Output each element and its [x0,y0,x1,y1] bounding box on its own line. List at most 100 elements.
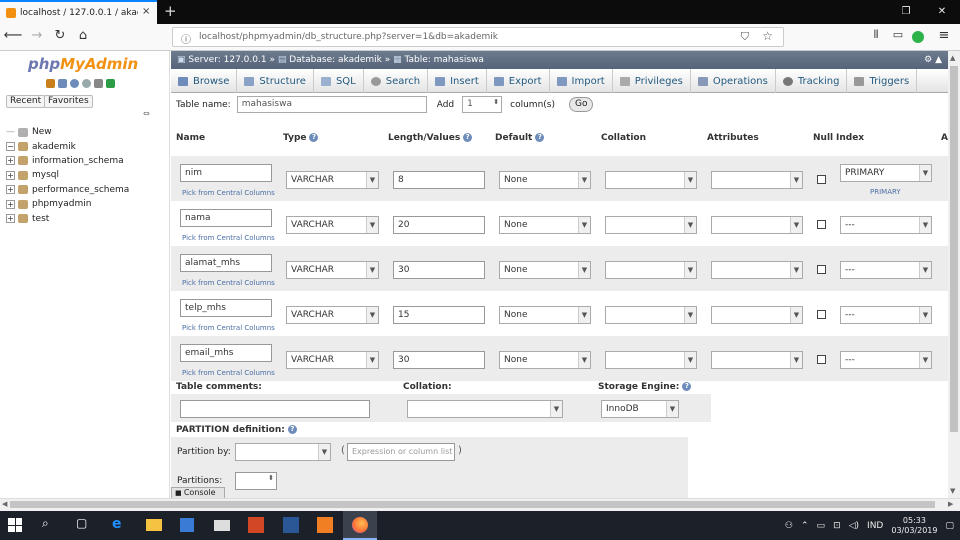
collapse-link-icon[interactable]: ⇔ [143,109,150,118]
column-length-input[interactable]: 30 [393,261,485,279]
stepper-arrows-icon[interactable]: ⬍ [493,98,499,106]
column-attributes-select[interactable]: ▼ [711,171,803,189]
column-default-select[interactable]: None ▼ [499,261,591,279]
tab-triggers[interactable]: Triggers [847,69,918,93]
expand-icon[interactable]: + [6,185,15,195]
column-collation-select[interactable]: ▼ [605,306,697,324]
column-length-input[interactable]: 8 [393,171,485,189]
pick-central-columns-link[interactable]: Pick from Central Columns [182,279,275,287]
tree-item-performance-schema[interactable]: + performance_schema [6,183,129,197]
column-type-select[interactable]: VARCHAR ▼ [286,171,379,189]
tab-close-icon[interactable]: × [142,6,150,17]
store-icon[interactable] [180,518,194,532]
column-type-select[interactable]: VARCHAR ▼ [286,306,379,324]
scroll-right-icon[interactable]: ▶ [948,500,953,508]
edge-icon[interactable]: e [112,516,130,534]
notifications-icon[interactable]: ▢ [945,521,954,531]
vertical-scroll-thumb[interactable] [950,66,958,432]
sql-query-icon[interactable] [58,79,67,88]
tree-item-akademik[interactable]: − akademik [6,139,129,153]
battery-icon[interactable]: ▭ [817,521,826,531]
settings-icon[interactable] [94,79,103,88]
search-icon[interactable]: ⌕ [42,516,60,534]
info-icon[interactable]: ⓘ [181,31,191,46]
address-bar[interactable]: ⓘ localhost/phpmyadmin/db_structure.php?… [172,27,784,47]
column-default-select[interactable]: None ▼ [499,171,591,189]
column-length-input[interactable]: 30 [393,351,485,369]
tab-sql[interactable]: SQL [314,69,364,93]
partition-expression-input[interactable]: Expression or column list [347,443,455,461]
column-default-select[interactable]: None ▼ [499,216,591,234]
column-index-select[interactable]: --- ▼ [840,306,932,324]
breadcrumb-database[interactable]: Database: akademik [289,55,382,65]
tree-item-new[interactable]: — New [6,125,129,139]
help-icon[interactable]: ? [309,133,319,142]
tree-item-phpmyadmin[interactable]: + phpmyadmin [6,197,129,211]
close-window-icon[interactable]: ✕ [924,0,960,24]
home-icon[interactable] [46,79,55,88]
partition-by-select[interactable]: ▼ [235,443,331,461]
xampp-icon[interactable] [317,517,333,533]
expand-icon[interactable]: + [6,199,15,209]
reload-icon[interactable]: ↻ [50,28,70,43]
info-icon[interactable] [82,79,91,88]
column-attributes-select[interactable]: ▼ [711,261,803,279]
scroll-up-icon[interactable]: ▲ [950,54,955,62]
pick-central-columns-link[interactable]: Pick from Central Columns [182,234,275,242]
horizontal-scroll-thumb[interactable] [10,501,935,508]
tab-search[interactable]: Search [364,69,429,93]
back-icon[interactable]: ⟵ [3,28,23,43]
pocket-icon[interactable]: ⛉ [741,30,749,44]
expand-icon[interactable]: − [6,142,15,152]
column-length-input[interactable]: 20 [393,216,485,234]
browser-tab[interactable]: localhost / 127.0.0.1 / akademik × [0,0,157,24]
column-default-select[interactable]: None ▼ [499,306,591,324]
favorites-tab[interactable]: Favorites [44,95,93,108]
column-name-input[interactable]: telp_mhs [180,299,272,317]
column-index-select[interactable]: --- ▼ [840,261,932,279]
mail-icon[interactable] [214,520,230,531]
reload-nav-icon[interactable] [106,79,115,88]
expand-icon[interactable]: + [6,214,15,224]
column-name-input[interactable]: nim [180,164,272,182]
column-length-input[interactable]: 15 [393,306,485,324]
column-null-checkbox[interactable] [817,310,826,319]
column-type-select[interactable]: VARCHAR ▼ [286,261,379,279]
column-name-input[interactable]: alamat_mhs [180,254,272,272]
table-name-input[interactable]: mahasiswa [236,96,427,113]
column-collation-select[interactable]: ▼ [605,171,697,189]
help-icon[interactable]: ? [535,133,545,142]
tab-import[interactable]: Import [550,69,613,93]
forward-icon[interactable]: → [27,28,47,43]
tab-insert[interactable]: Insert [428,69,487,93]
breadcrumb-server[interactable]: Server: 127.0.0.1 [188,55,266,65]
help-icon[interactable]: ? [463,133,473,142]
column-name-input[interactable]: nama [180,209,272,227]
sidebar-toggle-icon[interactable]: ▭ [888,28,908,41]
expand-icon[interactable]: + [6,170,15,180]
tab-export[interactable]: Export [487,69,550,93]
word-icon[interactable] [283,517,299,533]
docs-icon[interactable] [70,79,79,88]
column-attributes-select[interactable]: ▼ [711,216,803,234]
expand-icon[interactable]: + [6,156,15,166]
pick-central-columns-link[interactable]: Pick from Central Columns [182,324,275,332]
column-index-select[interactable]: PRIMARY ▼ [840,164,932,182]
scroll-down-icon[interactable]: ▼ [950,487,955,495]
column-index-select[interactable]: --- ▼ [840,216,932,234]
people-icon[interactable]: ⚇ [785,521,793,531]
start-button-icon[interactable] [8,518,22,532]
bookmark-star-icon[interactable]: ☆ [762,29,773,43]
add-columns-stepper[interactable]: 1 ⬍ [462,96,503,113]
clock[interactable]: 05:33 03/03/2019 [891,516,937,536]
column-null-checkbox[interactable] [817,265,826,274]
recent-tab[interactable]: Recent [6,95,46,108]
file-explorer-icon[interactable] [146,519,162,531]
tray-expand-icon[interactable]: ⌃ [801,521,809,531]
settings-gear-icon[interactable]: ⚙ ▲ [924,51,942,69]
pick-central-columns-link[interactable]: Pick from Central Columns [182,369,275,377]
column-attributes-select[interactable]: ▼ [711,306,803,324]
restore-window-icon[interactable]: ❐ [888,0,924,24]
column-type-select[interactable]: VARCHAR ▼ [286,216,379,234]
column-attributes-select[interactable]: ▼ [711,351,803,369]
